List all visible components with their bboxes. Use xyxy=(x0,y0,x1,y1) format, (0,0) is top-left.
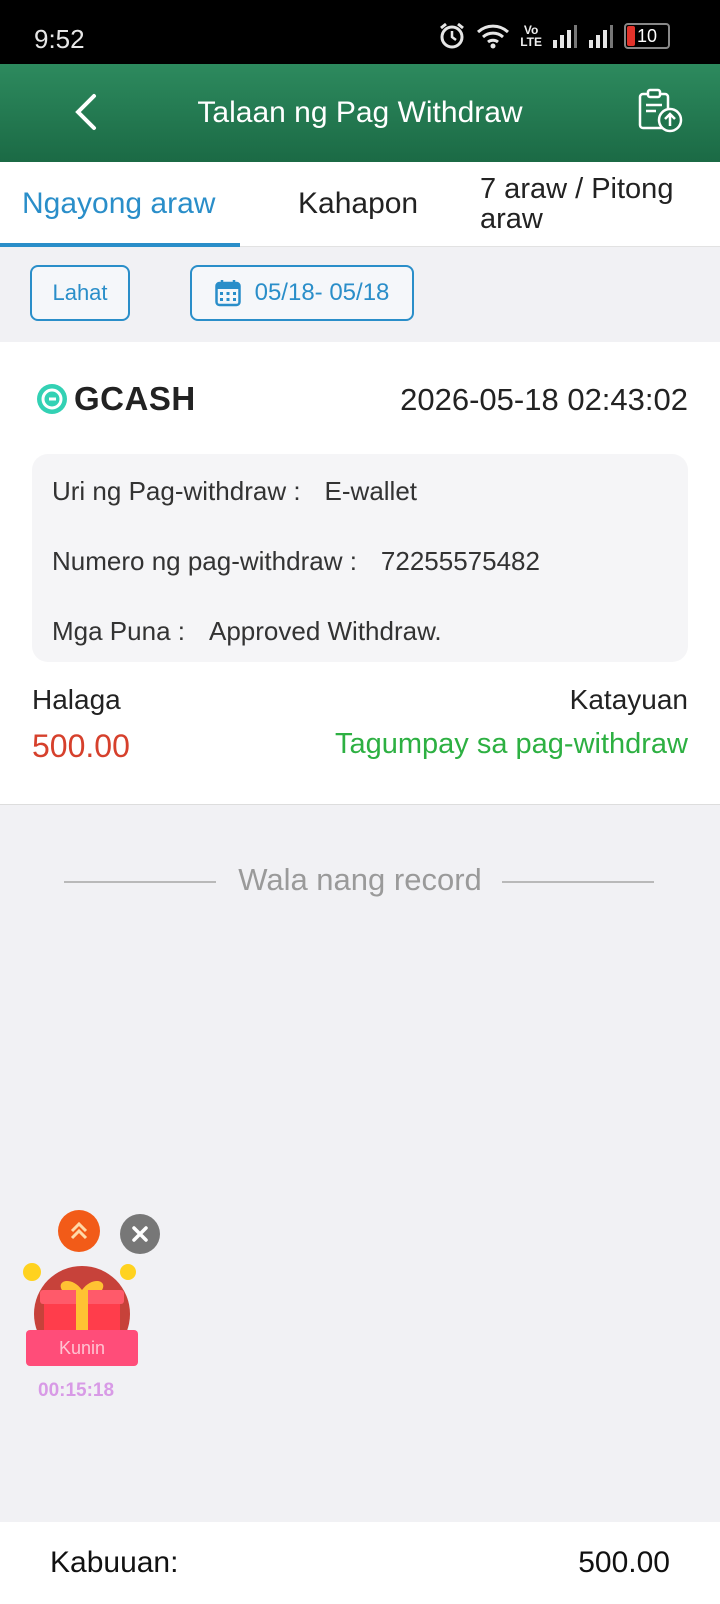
tab-seven-days[interactable]: 7 araw / Pitong araw xyxy=(480,162,710,246)
calendar-icon xyxy=(214,280,241,307)
total-footer: Kabuuan: 500.00 xyxy=(0,1522,720,1604)
close-icon xyxy=(132,1226,148,1242)
provider-name: GCASH xyxy=(74,380,196,417)
withdraw-number-label: Numero ng pag-withdraw : xyxy=(52,546,357,576)
date-tabs: Ngayong araw Kahapon 7 araw / Pitong ara… xyxy=(0,162,720,247)
remarks-value: Approved Withdraw. xyxy=(208,616,442,646)
gift-claim-label: Kunin xyxy=(26,1330,138,1366)
status-time: 9:52 xyxy=(34,24,85,54)
withdraw-type-value: E-wallet xyxy=(324,476,418,506)
all-filter-button[interactable]: Lahat xyxy=(30,265,130,321)
provider-brand: GCASH xyxy=(36,380,196,418)
signal-icon xyxy=(552,24,578,48)
record-details: Uri ng Pag-withdraw : E-wallet Numero ng … xyxy=(32,454,688,662)
withdraw-number-row: Numero ng pag-withdraw : 72255575482 xyxy=(52,546,540,577)
remarks-label: Mga Puna : xyxy=(52,616,185,646)
total-value: 500.00 xyxy=(578,1546,670,1579)
withdraw-number-value: 72255575482 xyxy=(380,546,540,576)
divider xyxy=(502,881,654,883)
status-bar: 9:52 Vo LTE 10 xyxy=(0,0,720,64)
no-more-records-text: Wala nang record xyxy=(238,862,482,897)
page-title: Talaan ng Pag Withdraw xyxy=(197,96,523,129)
status-icons: Vo LTE 10 xyxy=(438,22,670,50)
remarks-row: Mga Puna : Approved Withdraw. xyxy=(52,616,442,647)
app-header: Talaan ng Pag Withdraw xyxy=(0,64,720,162)
tab-today[interactable]: Ngayong araw xyxy=(22,162,215,246)
tab-yesterday[interactable]: Kahapon xyxy=(298,162,418,246)
date-range-text: 05/18- 05/18 xyxy=(254,279,390,306)
withdraw-type-label: Uri ng Pag-withdraw : xyxy=(52,476,301,506)
gift-timer: 00:15:18 xyxy=(38,1380,115,1401)
clipboard-upload-icon xyxy=(638,88,683,133)
withdraw-type-row: Uri ng Pag-withdraw : E-wallet xyxy=(52,476,417,507)
status-label: Katayuan xyxy=(569,684,688,715)
expand-up-button[interactable] xyxy=(58,1210,100,1252)
close-float-button[interactable] xyxy=(120,1214,160,1254)
status-value: Tagumpay sa pag-withdraw xyxy=(334,728,688,760)
record-datetime: 2026-05-18 02:43:02 xyxy=(400,382,688,417)
gcash-logo-icon xyxy=(37,384,67,414)
withdraw-record-card[interactable]: GCASH 2026-05-18 02:43:02 Uri ng Pag-wit… xyxy=(0,342,720,805)
alarm-icon xyxy=(438,22,466,50)
no-more-records: Wala nang record xyxy=(0,860,720,904)
double-chevron-up-icon xyxy=(70,1221,88,1240)
filter-bar: Lahat 05/18- 05/18 xyxy=(0,247,720,341)
volte-icon: Vo LTE xyxy=(520,23,542,49)
total-label: Kabuuan: xyxy=(50,1546,179,1579)
gift-reward-button[interactable]: Kunin xyxy=(22,1262,142,1370)
amount-label: Halaga xyxy=(32,684,121,715)
wifi-icon xyxy=(476,23,510,49)
signal-icon xyxy=(588,24,614,48)
battery-icon: 10 xyxy=(624,23,670,49)
amount-value: 500.00 xyxy=(32,728,130,764)
date-range-button[interactable]: 05/18- 05/18 xyxy=(190,265,414,321)
export-button[interactable] xyxy=(636,88,684,139)
